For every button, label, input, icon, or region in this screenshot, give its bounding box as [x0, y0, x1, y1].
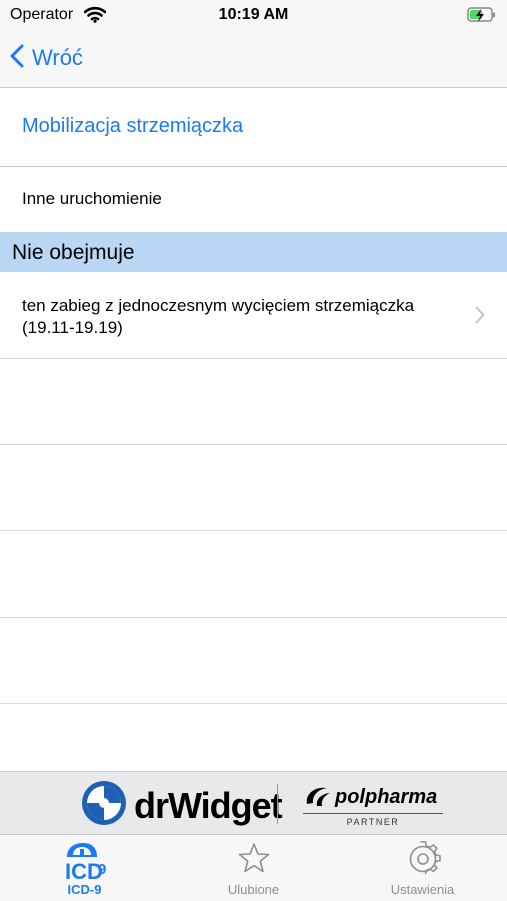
drwidget-wordmark: drWidget: [134, 784, 283, 826]
section-header-label: Nie obejmuje: [12, 241, 135, 264]
star-icon: [169, 841, 338, 875]
status-bar: Operator 10:19 AM: [0, 0, 507, 30]
banner-divider: [277, 784, 278, 824]
procedure-title-row: Mobilizacja strzemiączka: [0, 88, 507, 167]
drwidget-logo: drWidget: [80, 779, 283, 832]
chevron-right-icon: [475, 306, 485, 329]
tab-favorites[interactable]: Ulubione: [169, 835, 338, 901]
icd9-icon: ICD 9: [0, 841, 169, 883]
polpharma-logo: polpharma PARTNER: [303, 782, 453, 828]
chevron-left-icon: [10, 44, 24, 73]
back-label: Wróć: [32, 45, 83, 70]
tab-icd9[interactable]: ICD 9 ICD-9: [0, 835, 169, 901]
empty-list-row: [0, 445, 507, 531]
sponsor-banner[interactable]: drWidget polpharma PARTNER: [0, 771, 507, 834]
empty-list-row: [0, 531, 507, 618]
tab-settings[interactable]: Ustawienia: [338, 835, 507, 901]
tab-label: Ulubione: [227, 882, 280, 897]
list-item[interactable]: ten zabieg z jednoczesnym wycięciem strz…: [0, 272, 507, 359]
battery-charging-icon: [467, 5, 497, 30]
partner-divider: [303, 813, 443, 814]
gear-icon: [338, 841, 507, 877]
section-header-excludes: Nie obejmuje: [0, 232, 507, 272]
procedure-info: Inne uruchomienie: [22, 189, 162, 208]
polpharma-emblem-icon: [303, 784, 333, 815]
navigation-bar: Wróć: [0, 30, 507, 88]
polpharma-wordmark: polpharma: [335, 786, 438, 808]
tab-label: Ustawienia: [390, 882, 455, 897]
back-button[interactable]: Wróć: [10, 40, 83, 76]
sponsor-banner-inner: drWidget polpharma PARTNER: [3, 774, 504, 832]
drwidget-emblem-icon: [80, 779, 128, 832]
status-time: 10:19 AM: [218, 6, 289, 23]
partner-label: PARTNER: [346, 817, 400, 827]
procedure-title: Mobilizacja strzemiączka: [22, 115, 244, 137]
tab-bar: ICD 9 ICD-9 Ulubione Ustawienia: [0, 834, 507, 901]
tab-label: ICD-9: [67, 882, 102, 897]
empty-list-row: [0, 359, 507, 445]
procedure-info-row: Inne uruchomienie: [0, 167, 507, 231]
list-item-label: ten zabieg z jednoczesnym wycięciem strz…: [22, 296, 415, 337]
svg-text:9: 9: [98, 861, 106, 878]
empty-list-row: [0, 618, 507, 704]
